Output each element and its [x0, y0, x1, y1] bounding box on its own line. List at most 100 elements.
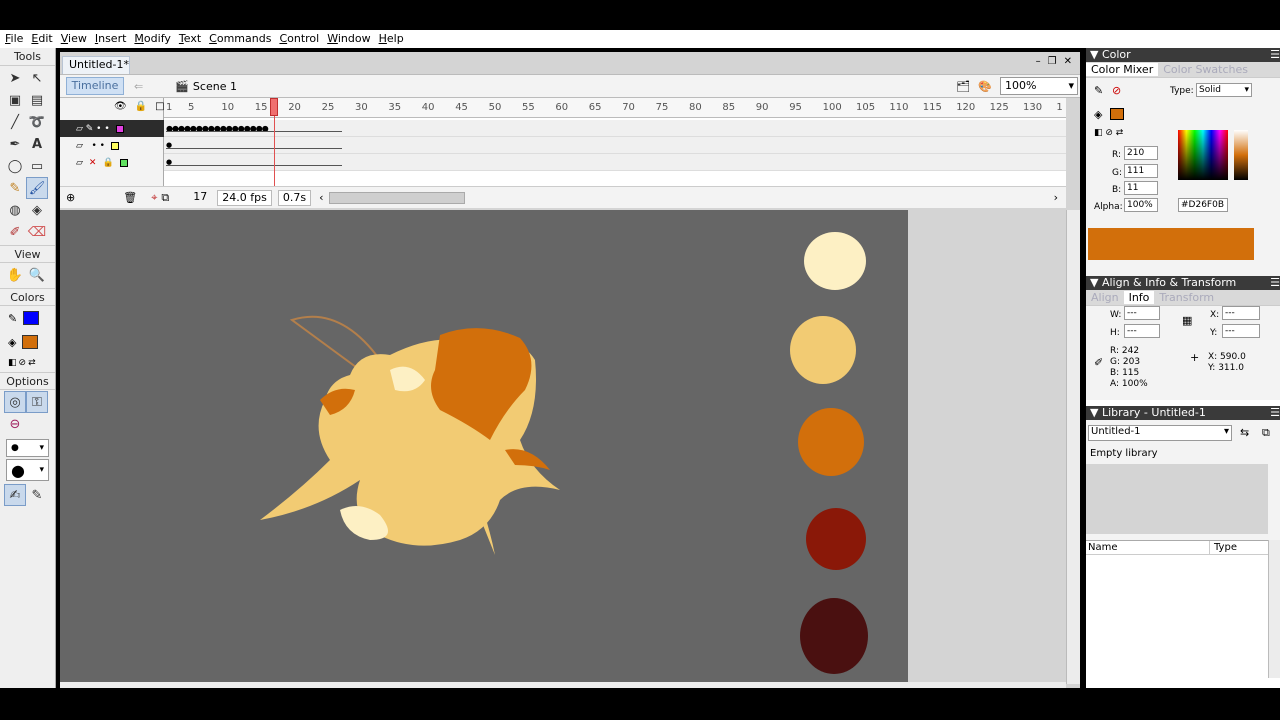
- playhead[interactable]: [270, 98, 278, 116]
- alpha-field[interactable]: 100%: [1124, 198, 1158, 212]
- library-select[interactable]: Untitled-1 ▾: [1088, 425, 1232, 441]
- rectangle-tool-icon[interactable]: ▭: [26, 155, 48, 177]
- stroke-icon[interactable]: ✎: [1094, 84, 1103, 97]
- trash-icon[interactable]: 🗑: [123, 191, 137, 204]
- brush-option-icon[interactable]: ⊖: [4, 413, 26, 435]
- menu-control[interactable]: Control: [274, 31, 322, 47]
- menu-insert[interactable]: Insert: [90, 31, 130, 47]
- back-arrow-icon[interactable]: ⇐: [134, 80, 143, 93]
- tab-color-swatches[interactable]: Color Swatches: [1158, 63, 1253, 76]
- swap-icons[interactable]: ◧ ⊘ ⇄: [1094, 128, 1123, 138]
- color-spectrum[interactable]: [1178, 130, 1228, 180]
- edit-symbol-icon[interactable]: 🎨: [978, 80, 992, 93]
- oval-tool-icon[interactable]: ◯: [4, 155, 26, 177]
- zoom-tool-icon[interactable]: 🔍: [26, 264, 48, 286]
- add-layer-icon[interactable]: ⊕: [66, 191, 75, 204]
- panel-menu-icon[interactable]: ☰: [1270, 276, 1280, 290]
- color-panel-header[interactable]: ▼ Color ☰: [1086, 48, 1280, 62]
- menu-edit[interactable]: Edit: [26, 31, 55, 47]
- scene-label[interactable]: Scene 1: [193, 80, 237, 93]
- hex-field[interactable]: #D26F0B: [1178, 198, 1228, 212]
- eye-icon[interactable]: 👁: [114, 101, 127, 112]
- pin-icon[interactable]: ⇆: [1240, 426, 1249, 439]
- line-tool-icon[interactable]: ╱: [4, 111, 26, 133]
- library-panel-header[interactable]: ▼ Library - Untitled-1 ☰: [1086, 406, 1280, 420]
- pressure-icon[interactable]: ✍: [4, 484, 26, 506]
- swap-colors-icon[interactable]: ⇄: [28, 358, 36, 368]
- eyedropper-tool-icon[interactable]: ✐: [4, 221, 26, 243]
- subselect-tool-icon[interactable]: ↖: [26, 67, 48, 89]
- tab-transform[interactable]: Transform: [1154, 291, 1219, 304]
- lock-fill-icon[interactable]: ⚿: [26, 391, 48, 413]
- center-frame-icon[interactable]: ⌖: [151, 191, 157, 205]
- timeline-scrollbar[interactable]: [329, 191, 466, 204]
- layer-row-3[interactable]: ▱ ✕ 🔒: [60, 154, 164, 171]
- paint-bucket-tool-icon[interactable]: ◈: [26, 199, 48, 221]
- frame-row-1[interactable]: ●●●●●●●●●●●●●●●●●: [164, 120, 1066, 137]
- layer-row-2[interactable]: ▱ • •: [60, 137, 164, 154]
- tab-color-mixer[interactable]: Color Mixer: [1086, 63, 1159, 76]
- lasso-tool-icon[interactable]: ➰: [26, 111, 48, 133]
- brush-tool-icon[interactable]: 🖌: [26, 177, 48, 199]
- onion-skin-icon[interactable]: ⧉: [161, 191, 169, 205]
- minimize-icon[interactable]: –: [1036, 56, 1041, 67]
- timeline-ruler[interactable]: 1 5 10 15 20 25 30 35 40 45 50 55 60 65 70 75 80 85 90 95 10…: [164, 98, 1066, 118]
- lock-icon[interactable]: 🔒: [135, 101, 147, 112]
- brush-mode-icon[interactable]: ◎: [4, 391, 26, 413]
- horizontal-scrollbar[interactable]: [60, 682, 1066, 688]
- type-select[interactable]: Solid ▾: [1196, 83, 1252, 97]
- edit-scene-icon[interactable]: 🗂: [956, 80, 970, 93]
- brush-size-select[interactable]: ● ▾: [6, 439, 49, 457]
- frame-row-3[interactable]: ●: [164, 154, 1066, 171]
- menu-commands[interactable]: Commands: [204, 31, 274, 47]
- menu-file[interactable]: File: [0, 31, 26, 47]
- pen-tool-icon[interactable]: ✒: [4, 133, 26, 155]
- column-name[interactable]: Name: [1086, 541, 1210, 554]
- y-field[interactable]: ---: [1222, 324, 1260, 338]
- registration-icon[interactable]: ▦: [1182, 314, 1192, 327]
- scroll-left-icon[interactable]: ‹: [319, 191, 323, 204]
- stroke-color-swatch[interactable]: [23, 311, 40, 325]
- fill-swatch[interactable]: [1110, 108, 1124, 120]
- x-field[interactable]: ---: [1222, 306, 1260, 320]
- ink-bottle-tool-icon[interactable]: ◍: [4, 199, 26, 221]
- menu-window[interactable]: Window: [322, 31, 373, 47]
- fill-color-swatch[interactable]: [22, 335, 39, 349]
- black-white-icon[interactable]: ◧: [8, 358, 17, 368]
- b-field[interactable]: 11: [1124, 181, 1158, 195]
- menu-text[interactable]: Text: [174, 31, 204, 47]
- g-field[interactable]: 111: [1124, 164, 1158, 178]
- fill-transform-tool-icon[interactable]: ▤: [26, 89, 48, 111]
- document-tab[interactable]: Untitled-1*: [62, 56, 130, 74]
- close-icon[interactable]: ✕: [1064, 56, 1072, 67]
- timeline-toggle-button[interactable]: Timeline: [66, 77, 124, 95]
- eraser-tool-icon[interactable]: ⌫: [26, 221, 48, 243]
- scroll-right-icon[interactable]: ›: [1054, 191, 1058, 204]
- menu-modify[interactable]: Modify: [129, 31, 173, 47]
- frame-row-2[interactable]: ●: [164, 137, 1066, 154]
- vertical-scrollbar[interactable]: [1066, 210, 1080, 684]
- w-field[interactable]: ---: [1124, 306, 1160, 320]
- text-tool-icon[interactable]: A: [26, 133, 48, 155]
- info-panel-header[interactable]: ▼ Align & Info & Transform ☰: [1086, 276, 1280, 290]
- brush-shape-select[interactable]: ● ▾: [6, 459, 49, 481]
- column-type[interactable]: Type: [1210, 541, 1237, 554]
- stage[interactable]: [60, 210, 908, 684]
- brightness-slider[interactable]: [1234, 130, 1248, 180]
- no-color-icon[interactable]: ⊘: [19, 358, 27, 368]
- arrow-tool-icon[interactable]: ➤: [4, 67, 26, 89]
- tab-info[interactable]: Info: [1123, 291, 1155, 304]
- menu-help[interactable]: Help: [374, 31, 407, 47]
- r-field[interactable]: 210: [1124, 146, 1158, 160]
- new-library-icon[interactable]: ⧉: [1262, 426, 1270, 440]
- free-transform-tool-icon[interactable]: ▣: [4, 89, 26, 111]
- library-scrollbar[interactable]: [1268, 540, 1280, 678]
- panel-menu-icon[interactable]: ☰: [1270, 48, 1280, 62]
- tab-align[interactable]: Align: [1086, 291, 1124, 304]
- panel-menu-icon[interactable]: ☰: [1270, 406, 1280, 420]
- zoom-select[interactable]: 100% ▾: [1000, 77, 1078, 95]
- no-stroke-icon[interactable]: ⊘: [1112, 84, 1121, 97]
- fill-bucket-icon[interactable]: ◈: [1094, 108, 1102, 121]
- h-field[interactable]: ---: [1124, 324, 1160, 338]
- menu-view[interactable]: View: [56, 31, 90, 47]
